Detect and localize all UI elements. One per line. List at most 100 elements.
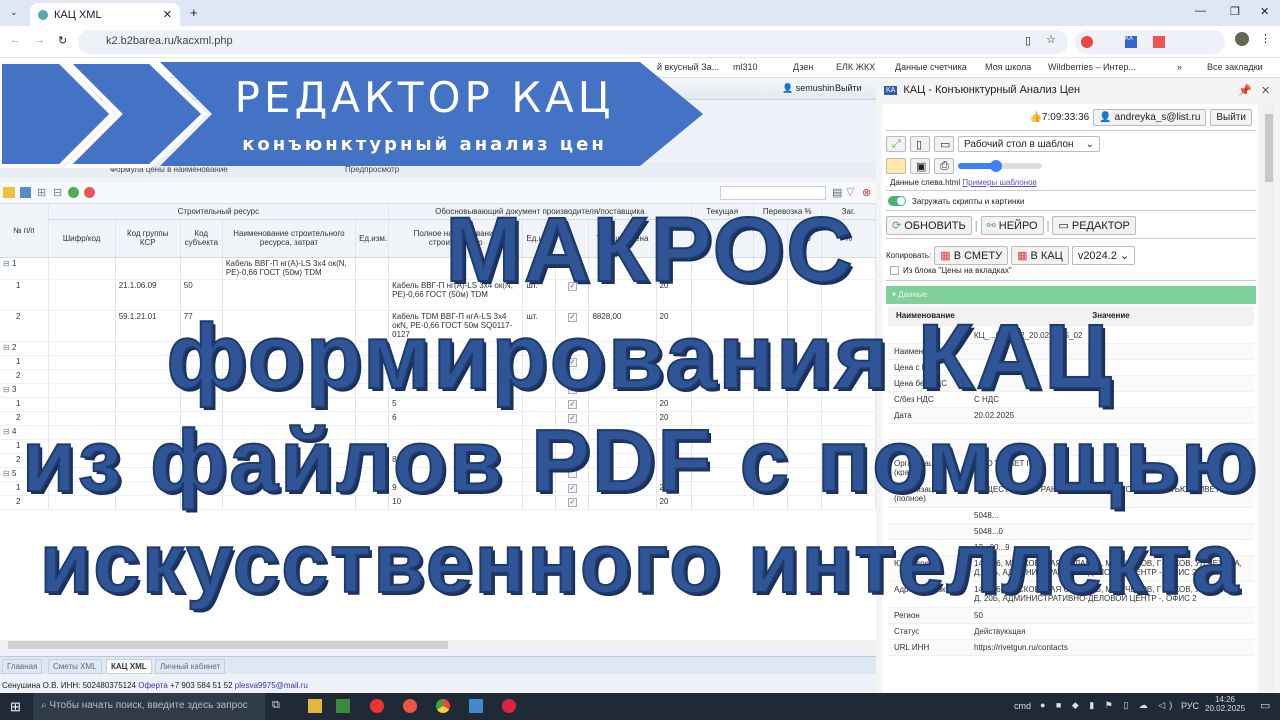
close-panel-icon[interactable]: ✕ [1261, 84, 1270, 97]
data-file: Данные слева.html [890, 178, 961, 187]
overlay-line-1: МАКРОС [444, 198, 855, 302]
more-bookmarks-icon[interactable]: » [1177, 62, 1182, 72]
browser-tab[interactable]: КАЦ XML ✕ [30, 3, 180, 26]
tray-icons[interactable]: ● ■ ◆ ▮ ⚑ ▯ ☁ ◁) [1040, 700, 1176, 711]
email-link[interactable]: plesva9975@mail.ru [235, 681, 308, 690]
panel-scrollbar-thumb[interactable] [1265, 114, 1273, 182]
bookmark[interactable]: Wildberries – Интер... [1048, 62, 1136, 72]
menu-icon[interactable]: ⋮ [1260, 32, 1271, 45]
data-file-row: Данные слева.html Примеры шаблонов [890, 178, 1037, 187]
screen-icon[interactable]: ▭ [934, 136, 954, 152]
kac-logo-icon: KA [884, 85, 898, 95]
bookmark-star-icon[interactable]: ☆ [1046, 33, 1056, 46]
favicon-icon [38, 9, 48, 20]
tool-row-2: ▣ ⎙ [886, 158, 1042, 174]
refresh-icon[interactable] [68, 187, 79, 198]
clipboard-icon[interactable]: ▯ [910, 136, 930, 152]
tool-row-1: ⤢ ▯ ▭ Рабочий стол в шаблон ⌄ [886, 136, 1100, 152]
pin-icon[interactable]: 📌 [1238, 84, 1252, 97]
save-icon[interactable] [20, 187, 31, 198]
user-bar: 👍7:09:33:36 👤 andreyka_s@list.ru Выйти [1029, 109, 1252, 126]
restore-icon[interactable]: ❐ [1230, 5, 1240, 18]
task-view-icon[interactable]: ⧉ [272, 699, 280, 712]
logout-button[interactable]: Выйти [835, 83, 862, 93]
username: semushin [795, 83, 835, 93]
tab-title: КАЦ XML [54, 8, 102, 21]
tab-cabinet[interactable]: Личный кабинет [155, 659, 226, 674]
field-value: https://rivetgun.ru/contacts [974, 643, 1068, 652]
footer: Сенушина О.В. ИНН: 502480375124 Оферта +… [2, 681, 308, 690]
panel-logout-button[interactable]: Выйти [1210, 109, 1252, 126]
field-row: URL ИНН https://rivetgun.ru/contacts [888, 640, 1254, 656]
bookmark[interactable]: Моя школа [985, 62, 1031, 72]
footer-phone: +7 903 584 51 52 [170, 681, 233, 690]
record-icon[interactable] [1153, 36, 1165, 48]
notifications-icon[interactable]: ▭ [1260, 699, 1270, 712]
divider [886, 190, 1256, 191]
printer-icon[interactable]: ⎙ [934, 158, 954, 174]
tab-main[interactable]: Главная [2, 659, 43, 674]
image-icon[interactable]: ▣ [910, 158, 930, 174]
bookmark[interactable]: Данные счетчика [895, 62, 967, 72]
app-icon[interactable] [469, 699, 483, 713]
address-bar-row: ← → ↻ k2.b2barea.ru/kacxml.php ▯ ☆ KA ⋮ [0, 26, 1280, 58]
close-window-icon[interactable]: ✕ [1260, 5, 1269, 18]
tab-estimates[interactable]: Сметы XML [48, 659, 102, 674]
footer-text: Сенушина О.В. ИНН: 502480375124 [2, 681, 136, 690]
chrome-icon[interactable] [436, 699, 450, 713]
bookmark[interactable]: Дзен [793, 62, 813, 72]
back-icon[interactable]: ← [10, 34, 21, 46]
template-select[interactable]: Рабочий стол в шаблон ⌄ [958, 136, 1100, 152]
page-icon[interactable]: ▯ [1025, 34, 1031, 47]
timer-text: 7:09:33:36 [1041, 112, 1090, 123]
logout-label: Выйти [835, 83, 862, 93]
panel-header: KA КАЦ - Конъюнктурный Анализ Цен [884, 84, 1080, 96]
url-text: k2.b2barea.ru/kacxml.php [106, 35, 233, 47]
explorer-icon[interactable] [308, 699, 322, 713]
yandex-browser-icon[interactable] [370, 699, 384, 713]
field-row: Статус Действующая [888, 624, 1254, 640]
kac-extension-icon[interactable]: KA [1125, 36, 1137, 48]
minimize-icon[interactable]: — [1195, 5, 1206, 17]
powerpoint-icon[interactable] [502, 699, 516, 713]
new-tab-icon[interactable]: + [190, 5, 198, 20]
yandex-icon[interactable] [403, 699, 417, 713]
notepad-icon[interactable] [336, 699, 350, 713]
taskbar: ⊞ ⌕ Чтобы начать поиск, введите здесь за… [0, 693, 1280, 720]
bookmark[interactable]: ЕЛК ЖКХ [836, 62, 875, 72]
offer-link[interactable]: Оферта [138, 681, 168, 690]
bookmark[interactable]: ml310 [733, 62, 758, 72]
reload-icon[interactable]: ↻ [58, 34, 67, 47]
examples-link[interactable]: Примеры шаблонов [962, 178, 1036, 187]
folder-icon[interactable] [886, 158, 906, 174]
url-input[interactable]: k2.b2barea.ru/kacxml.php [78, 30, 1068, 54]
open-folder-icon[interactable] [3, 187, 15, 198]
tab-list-icon[interactable]: ⌄ [10, 7, 18, 18]
cmd-label: cmd [1014, 701, 1032, 711]
zoom-slider[interactable] [958, 160, 1042, 172]
horizontal-scrollbar[interactable] [0, 640, 876, 650]
forward-icon[interactable]: → [34, 34, 45, 46]
timer: 👍7:09:33:36 [1029, 112, 1090, 123]
taskbar-search[interactable]: ⌕ Чтобы начать поиск, введите здесь запр… [33, 693, 265, 720]
tab-kac-xml[interactable]: КАЦ XML [106, 659, 152, 674]
all-bookmarks[interactable]: Все закладки [1207, 62, 1263, 72]
filter-icon[interactable]: ▽ [846, 185, 854, 198]
template-select-value: Рабочий стол в шаблон [964, 138, 1074, 150]
language-indicator[interactable]: РУС [1181, 701, 1199, 711]
clock[interactable]: 14:26 20.02.2025 [1205, 695, 1245, 713]
fit-icon[interactable]: ⤢ [886, 136, 906, 152]
scrollbar-thumb[interactable] [8, 641, 448, 649]
account-button[interactable]: 👤 andreyka_s@list.ru [1093, 109, 1207, 126]
slider-thumb[interactable] [989, 160, 1002, 172]
browser-tab-strip: ⌄ КАЦ XML ✕ + — ❐ ✕ [0, 0, 1280, 26]
profile-avatar[interactable] [1235, 32, 1249, 46]
overlay-line-3: из файлов PDF с помощью [21, 410, 1259, 511]
close-tab-icon[interactable]: ✕ [163, 8, 172, 21]
banner-subtitle: конъюнктурный анализ цен [242, 134, 607, 155]
user-link[interactable]: 👤 semushin [782, 83, 834, 94]
windows-start-icon[interactable]: ⊞ [10, 699, 21, 715]
adblock-icon[interactable] [1081, 36, 1093, 48]
yandex-icon[interactable] [84, 187, 95, 198]
field-name: Статус [894, 627, 920, 636]
